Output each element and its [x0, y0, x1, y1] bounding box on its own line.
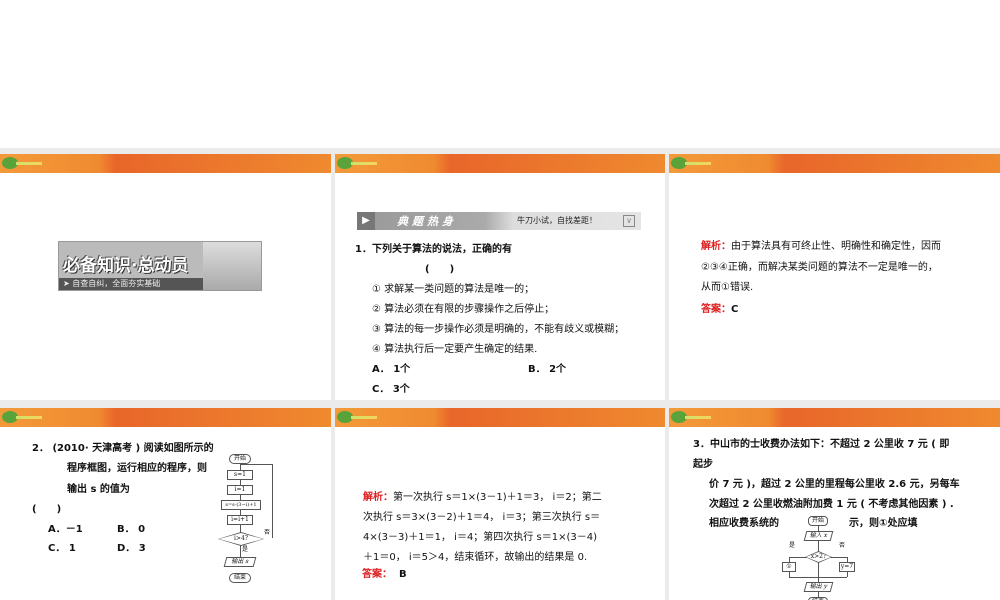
flow-end: 结束 — [229, 573, 251, 583]
chevron-down-icon: ∨ — [623, 215, 635, 227]
analysis-text: 由于算法具有可终止性、明确性和确定性，因而 — [731, 241, 941, 252]
flow-no-label: 否 — [264, 529, 271, 536]
statement-item: ① 求解某一类问题的算法是唯一的； — [372, 284, 535, 295]
banner-title: 必备知识·总动员 — [63, 256, 189, 276]
flow-decision-label: i>4? — [219, 533, 263, 545]
analysis-text: ②③④正确，而解决某类问题的算法不一定是唯一的， — [701, 262, 938, 273]
section-header: ▶ 典题热身 牛刀小试，自找差距！ ∨ — [357, 212, 641, 230]
flow-yes-label: 是 — [242, 546, 249, 553]
slide-thumbnail-6[interactable]: 3．中山市的士收费办法如下：不超过 2 公里收 7 元 ( 即 起步 价 7 元… — [669, 408, 1000, 600]
analysis-text: 第一次执行 s＝1×(3－1)＋1＝3， i＝2；第二 — [393, 492, 602, 503]
answer-bracket: ( ) — [32, 504, 62, 515]
logo-icon — [2, 411, 42, 423]
flow-step: i=i+1 — [227, 515, 253, 525]
flow-no-label: 否 — [839, 542, 846, 549]
slide-thumbnail-1[interactable]: 必备知识·总动员 ➤ 自查自纠，全面夯实基础 — [0, 154, 331, 400]
answer-label: 答案： — [701, 304, 731, 315]
question-text: 价 7 元 )，超过 2 公里的里程每公里收 2.6 元，另每车 — [709, 479, 960, 490]
statement-item: ② 算法必须在有限的步骤操作之后停止； — [372, 304, 555, 315]
flow-step: ① — [782, 562, 796, 572]
option-b: B． 0 — [117, 524, 146, 535]
flow-start: 开始 — [808, 516, 828, 526]
section-banner: 必备知识·总动员 ➤ 自查自纠，全面夯实基础 — [58, 241, 262, 291]
flow-decision: i>4? — [218, 532, 264, 546]
logo-icon — [671, 157, 711, 169]
question-text: 次超过 2 公里收燃油附加费 1 元 ( 不考虑其他因素 ) . — [709, 499, 954, 510]
logo-icon — [337, 157, 377, 169]
play-icon: ▶ — [357, 212, 375, 230]
analysis-label: 解析： — [701, 241, 731, 252]
flow-output: 输出 s — [223, 557, 257, 567]
option-d: D． 3 — [117, 543, 146, 554]
option-b: B． 2个 — [528, 364, 567, 375]
question-text: 相应收费系统的 — [709, 518, 779, 529]
option-a: A．－1 — [48, 524, 83, 535]
analysis-text: 从而①错误. — [701, 282, 754, 293]
question-text: 程序框图，运行相应的程序，则 — [67, 463, 207, 474]
flow-output: 输出 y — [803, 582, 834, 592]
statement-item: ③ 算法的每一步操作必须是明确的，不能有歧义或模糊； — [372, 324, 625, 335]
slide-header-bar — [0, 408, 331, 427]
athlete-image — [203, 242, 261, 290]
flow-start: 开始 — [229, 454, 251, 464]
flow-step: y=7 — [839, 562, 855, 572]
analysis-text: 4×(3－3)＋1＝1， i＝4；第四次执行 s＝1×(3－4) — [363, 532, 597, 543]
flow-input: 输入 x — [803, 531, 834, 541]
flow-decision: x>2? — [805, 551, 832, 563]
question-text: 3．中山市的士收费办法如下：不超过 2 公里收 7 元 ( 即 — [693, 439, 950, 450]
slide-header-bar — [335, 154, 665, 173]
slide-thumbnail-4[interactable]: 2． (2010· 天津高考 ) 阅读如图所示的 程序框图，运行相应的程序，则 … — [0, 408, 331, 600]
question-text: 示，则①处应填 — [849, 518, 918, 529]
logo-icon — [2, 157, 42, 169]
slide-header-bar — [335, 408, 665, 427]
answer-bracket: ( ) — [425, 264, 455, 275]
analysis-label: 解析： — [363, 492, 393, 503]
question-text: 1．下列关于算法的说法，正确的有 — [355, 244, 512, 255]
answer-value: C — [731, 304, 739, 315]
slide-header-bar — [669, 408, 1000, 427]
answer-value: B — [398, 569, 407, 580]
flow-yes-label: 是 — [789, 542, 796, 549]
flow-decision-label: x>2? — [806, 552, 831, 562]
answer-label: 答案： — [362, 569, 392, 580]
slide-header-bar — [0, 154, 331, 173]
option-c: C． 3个 — [372, 384, 410, 395]
option-c: C． 1 — [48, 543, 76, 554]
flow-step: s=1 — [227, 470, 253, 480]
slide-thumbnail-2[interactable]: ▶ 典题热身 牛刀小试，自找差距！ ∨ 1．下列关于算法的说法，正确的有 ( )… — [335, 154, 665, 400]
question-text: 起步 — [693, 459, 713, 470]
flow-step: s=s·(3−i)+1 — [221, 500, 261, 510]
logo-icon — [671, 411, 711, 423]
slide-thumbnail-3[interactable]: 解析：由于算法具有可终止性、明确性和确定性，因而 ②③④正确，而解决某类问题的算… — [669, 154, 1000, 400]
slide-header-bar — [669, 154, 1000, 173]
slide-thumbnail-5[interactable]: 解析：第一次执行 s＝1×(3－1)＋1＝3， i＝2；第二 次执行 s＝3×(… — [335, 408, 665, 600]
analysis-text: 次执行 s＝3×(3－2)＋1＝4， i＝3；第三次执行 s＝ — [363, 512, 601, 523]
option-a: A． 1个 — [372, 364, 411, 375]
banner-subtitle: ➤ 自查自纠，全面夯实基础 — [59, 278, 209, 290]
statement-item: ④ 算法执行后一定要产生确定的结果. — [372, 344, 538, 355]
logo-icon — [337, 411, 377, 423]
question-text: 输出 s 的值为 — [67, 484, 130, 495]
header-title: 典题热身 — [397, 215, 457, 228]
question-text: 2． (2010· 天津高考 ) 阅读如图所示的 — [32, 443, 214, 454]
flow-step: i=1 — [227, 485, 253, 495]
header-subtitle: 牛刀小试，自找差距！ — [517, 216, 597, 225]
